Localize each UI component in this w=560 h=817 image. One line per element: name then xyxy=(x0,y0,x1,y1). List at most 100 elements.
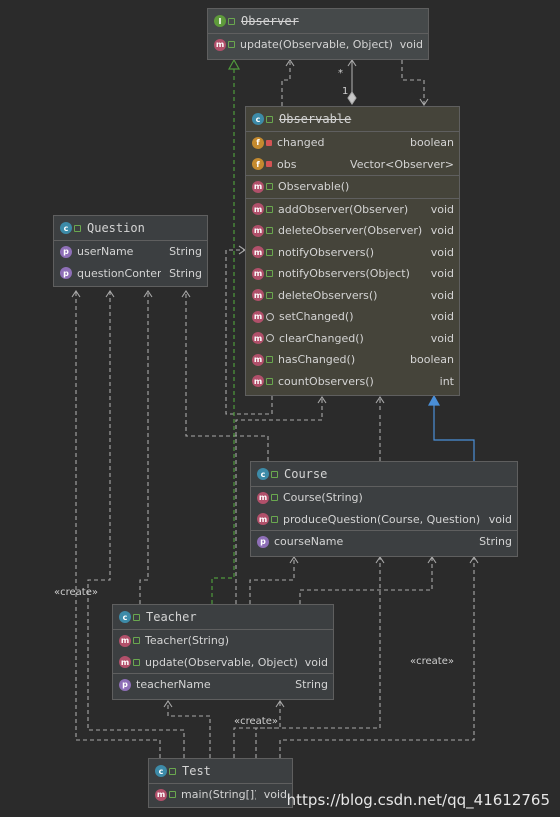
method-icon: m xyxy=(252,310,264,323)
edge-observable-uses-observer xyxy=(281,62,291,106)
class-observer[interactable]: I Observer m update(Observable, Object) … xyxy=(207,8,429,60)
interface-icon: I xyxy=(214,15,226,27)
class-header: c Course xyxy=(251,462,517,487)
public-icon xyxy=(133,658,140,666)
public-icon xyxy=(169,791,176,799)
class-icon: c xyxy=(257,468,269,480)
class-header: I Observer xyxy=(208,9,428,34)
edge-observer-uses-observable xyxy=(401,60,425,104)
property-icon: p xyxy=(119,678,131,691)
class-question[interactable]: c Question p userName String p questionCont… xyxy=(53,215,208,287)
edge-observable-aggregates-observer xyxy=(347,59,357,105)
property-row: p courseName String xyxy=(251,531,517,553)
method-row: m Teacher(String) xyxy=(119,634,230,648)
method-icon: m xyxy=(252,246,264,259)
method-icon: m xyxy=(252,267,264,280)
method-icon: m xyxy=(155,788,167,801)
method-row: m produceQuestion(Course, Question) void xyxy=(257,512,512,526)
edge-teacher-implements-observer xyxy=(211,58,241,604)
method-row: m notifyObservers() void xyxy=(252,245,454,259)
edge-teacher-uses-course xyxy=(249,558,295,604)
class-teacher[interactable]: c Teacher m Teacher(String) m update(Obser… xyxy=(112,604,334,700)
method-row: m setChanged() void xyxy=(252,310,454,324)
private-icon xyxy=(266,139,272,146)
create-label-left: «create» xyxy=(54,587,98,598)
method-row: m countObservers() int xyxy=(252,374,454,388)
protected-icon xyxy=(266,312,274,321)
public-icon xyxy=(271,470,278,478)
class-header: c Teacher xyxy=(113,605,333,630)
method-icon: m xyxy=(119,634,131,647)
method-icon: m xyxy=(252,224,264,237)
create-label-right: «create» xyxy=(410,656,454,667)
class-course[interactable]: c Course m Course(String) m produceQuestio… xyxy=(250,461,518,557)
method-row: m deleteObservers() void xyxy=(252,288,454,302)
property-icon: p xyxy=(60,267,72,280)
class-name: Course xyxy=(284,467,328,481)
public-icon xyxy=(74,224,81,232)
multiplicity-one: 1 xyxy=(342,86,349,97)
field-icon: f xyxy=(252,136,264,149)
property-row: p userName String xyxy=(54,241,207,263)
class-header: c Test xyxy=(149,759,292,784)
field-row: f changed boolean xyxy=(246,132,459,154)
method-row: m update(Observable, Object) void xyxy=(214,38,423,52)
public-icon xyxy=(169,767,176,775)
method-row: m Course(String) xyxy=(257,491,363,505)
multiplicity-star: * xyxy=(338,68,343,79)
method-icon: m xyxy=(252,332,264,345)
create-label-bottom: «create» xyxy=(234,716,278,727)
public-icon xyxy=(133,637,140,645)
class-header: c Question xyxy=(54,216,207,241)
class-header: c Observable xyxy=(246,107,459,132)
constructor-row: m Observable() xyxy=(252,180,350,194)
method-icon: m xyxy=(252,289,264,302)
class-name: Teacher xyxy=(146,610,197,624)
watermark: https://blog.csdn.net/qq_41612765 xyxy=(286,791,550,809)
class-test[interactable]: c Test m main(String[]) void xyxy=(148,758,293,808)
method-icon: m xyxy=(257,513,269,526)
method-row: m notifyObservers(Object) void xyxy=(252,267,454,281)
public-icon xyxy=(271,494,278,502)
class-icon: c xyxy=(252,113,264,125)
method-icon: m xyxy=(119,656,131,669)
class-name: Observer xyxy=(241,14,299,28)
property-icon: p xyxy=(60,245,72,258)
method-icon: m xyxy=(252,375,264,388)
method-icon: m xyxy=(257,491,269,504)
public-icon xyxy=(228,17,235,25)
edge-course-uses-question-2 xyxy=(299,558,433,604)
property-row: p questionContent String xyxy=(54,263,207,285)
class-name: Question xyxy=(87,221,145,235)
public-icon xyxy=(266,183,273,191)
public-icon xyxy=(266,270,273,278)
public-icon xyxy=(266,205,273,213)
public-icon xyxy=(133,613,140,621)
public-icon xyxy=(228,41,235,49)
protected-icon xyxy=(266,334,274,343)
field-row: f obs Vector<Observer> xyxy=(246,154,459,176)
method-icon: m xyxy=(214,38,226,51)
class-name: Test xyxy=(182,764,211,778)
class-icon: c xyxy=(60,222,72,234)
edge-course-extends-observable xyxy=(427,394,475,461)
method-row: m main(String[]) void xyxy=(155,788,287,802)
public-icon xyxy=(271,515,278,523)
property-icon: p xyxy=(257,535,269,548)
method-row: m hasChanged() boolean xyxy=(252,353,454,367)
edge-teacher-uses-question xyxy=(139,292,149,604)
class-icon: c xyxy=(155,765,167,777)
method-row: m deleteObserver(Observer) void xyxy=(252,224,454,238)
class-observable[interactable]: c Observable f changed boolean f obs Vec… xyxy=(245,106,460,396)
edge-test-creates-teacher xyxy=(233,702,281,758)
class-name: Observable xyxy=(279,112,352,126)
method-icon: m xyxy=(252,353,264,366)
public-icon xyxy=(266,115,273,123)
class-icon: c xyxy=(119,611,131,623)
method-row: m update(Observable, Object) void xyxy=(119,655,328,669)
public-icon xyxy=(266,227,273,235)
public-icon xyxy=(266,248,273,256)
field-icon: f xyxy=(252,158,264,171)
public-icon xyxy=(266,291,273,299)
method-icon: m xyxy=(252,203,264,216)
